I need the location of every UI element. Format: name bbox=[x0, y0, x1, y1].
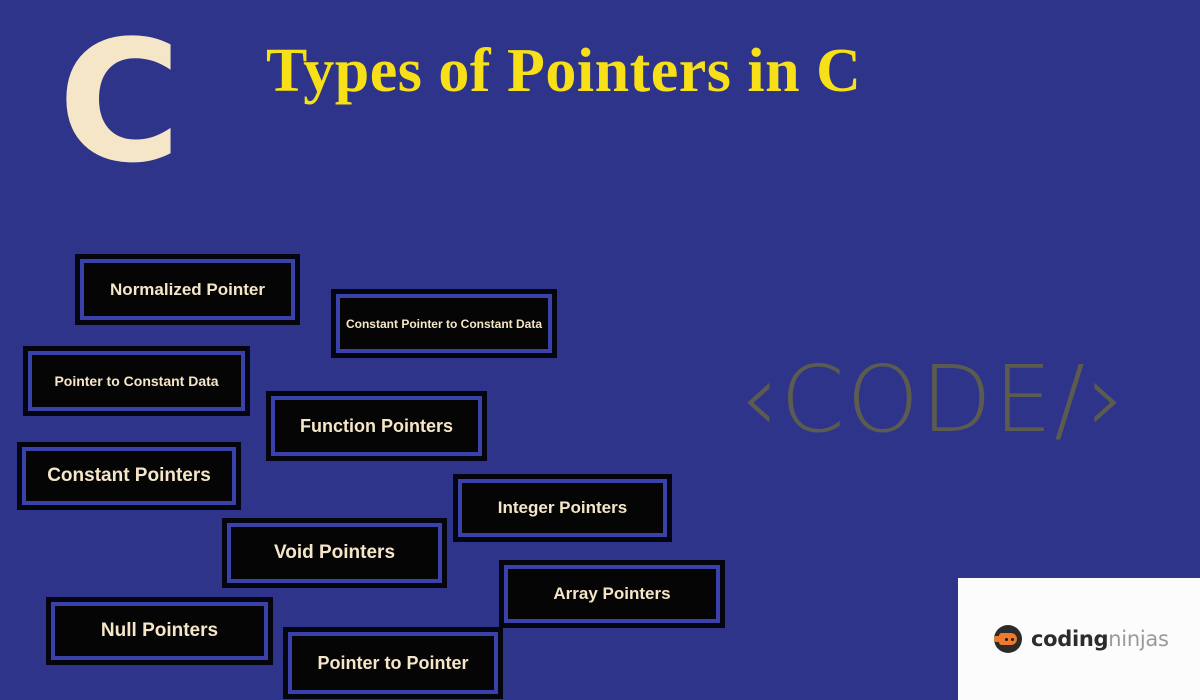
pointer-type-box-null-pointers[interactable]: Null Pointers bbox=[46, 597, 273, 665]
decorative-letter-c: C bbox=[58, 4, 181, 200]
pointer-type-label: Array Pointers bbox=[553, 584, 671, 603]
pointer-type-box-void-pointers[interactable]: Void Pointers bbox=[222, 518, 447, 588]
pointer-type-label: Constant Pointer to Constant Data bbox=[345, 316, 542, 331]
pointer-type-box-constant-pointers[interactable]: Constant Pointers bbox=[17, 442, 241, 510]
pointer-type-box-integer-pointers[interactable]: Integer Pointers bbox=[453, 474, 672, 542]
code-watermark-text: CODE bbox=[780, 346, 1055, 453]
brand-logo-plate: codingninjas bbox=[958, 578, 1200, 700]
code-watermark: ‹CODE/› bbox=[740, 348, 1127, 450]
close-angle-bracket-icon: › bbox=[1087, 342, 1128, 454]
pointer-type-box-pointer-to-pointer[interactable]: Pointer to Pointer bbox=[283, 627, 503, 699]
pointer-type-label: Null Pointers bbox=[100, 620, 219, 641]
pointer-type-box-normalized-pointer[interactable]: Normalized Pointer bbox=[75, 254, 300, 325]
pointer-type-label: Pointer to Pointer bbox=[317, 652, 469, 673]
pointer-type-label: Integer Pointers bbox=[497, 498, 628, 517]
pointer-type-label: Constant Pointers bbox=[47, 465, 211, 486]
pointer-type-box-function-pointers[interactable]: Function Pointers bbox=[266, 391, 487, 461]
pointer-type-box-constant-pointer-to-constant-data[interactable]: Constant Pointer to Constant Data bbox=[331, 289, 557, 358]
open-angle-bracket-icon: ‹ bbox=[740, 342, 781, 454]
poster-canvas: C Types of Pointers in C ‹CODE/› Normali… bbox=[0, 0, 1200, 700]
coding-ninjas-mark-icon bbox=[994, 625, 1022, 653]
brand-name-primary: coding bbox=[1031, 627, 1109, 651]
pointer-type-label: Function Pointers bbox=[300, 415, 453, 436]
page-title: Types of Pointers in C bbox=[266, 37, 862, 105]
brand-name-secondary: ninjas bbox=[1108, 627, 1169, 651]
pointer-type-label: Normalized Pointer bbox=[110, 279, 265, 299]
pointer-type-label: Void Pointers bbox=[273, 542, 396, 563]
brand-logo: codingninjas bbox=[994, 625, 1169, 653]
pointer-type-label: Pointer to Constant Data bbox=[54, 373, 219, 389]
slash-icon: / bbox=[1054, 346, 1088, 453]
pointer-type-box-pointer-to-constant-data[interactable]: Pointer to Constant Data bbox=[23, 346, 250, 416]
pointer-type-box-array-pointers[interactable]: Array Pointers bbox=[499, 560, 725, 628]
brand-wordmark: codingninjas bbox=[1031, 628, 1169, 650]
